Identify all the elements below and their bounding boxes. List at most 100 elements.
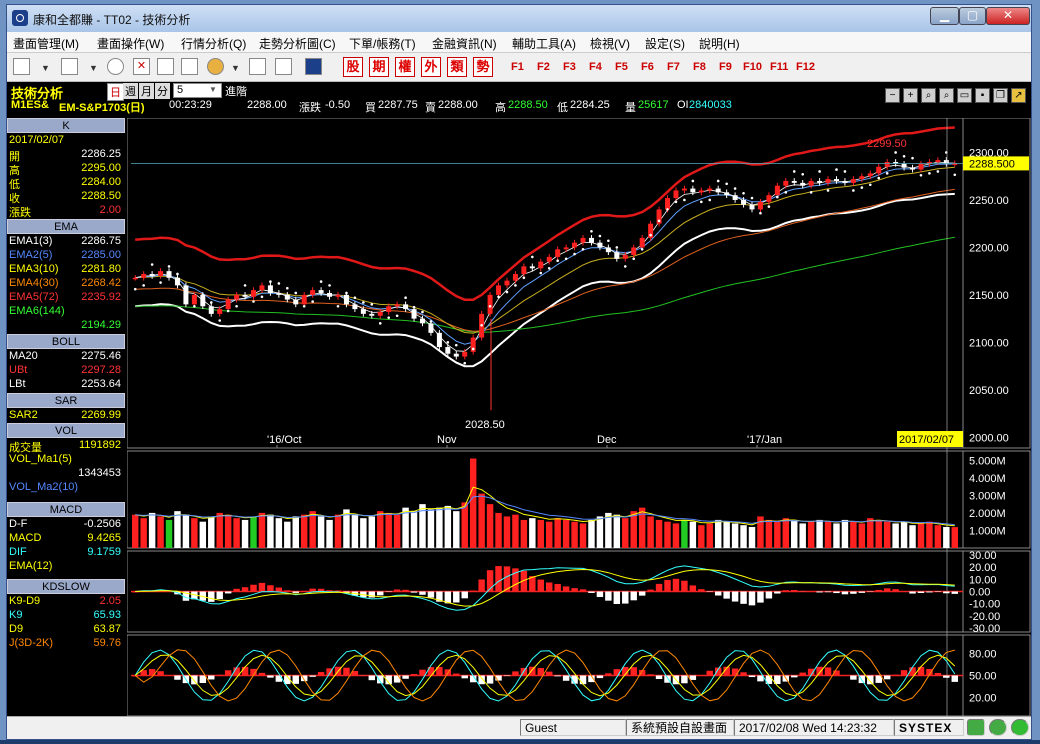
stock-button[interactable]: 股 bbox=[343, 57, 363, 77]
f8-button[interactable]: F8 bbox=[693, 61, 706, 73]
menu-view[interactable]: 檢視(V) bbox=[590, 35, 630, 52]
volume-bar bbox=[182, 514, 190, 548]
f4-button[interactable]: F4 bbox=[589, 61, 602, 73]
macd-histogram-bar bbox=[681, 580, 688, 592]
tile-icon[interactable] bbox=[157, 58, 174, 75]
k-header[interactable]: K bbox=[7, 118, 125, 133]
f9-button[interactable]: F9 bbox=[719, 61, 732, 73]
candle-body bbox=[310, 290, 316, 295]
status-ok-icon[interactable] bbox=[989, 719, 1007, 736]
status-online-icon[interactable] bbox=[1011, 719, 1029, 736]
menu-settings[interactable]: 設定(S) bbox=[645, 35, 685, 52]
menu-trend-chart[interactable]: 走勢分析圖(C) bbox=[259, 35, 336, 52]
f1-button[interactable]: F1 bbox=[511, 61, 524, 73]
menu-order-account[interactable]: 下單/帳務(T) bbox=[349, 35, 416, 52]
chevron-down-icon[interactable]: ▼ bbox=[41, 63, 58, 80]
macd-histogram-bar bbox=[748, 591, 756, 606]
kd-histogram-bar bbox=[478, 675, 485, 685]
f7-button[interactable]: F7 bbox=[667, 61, 680, 73]
kd-histogram-bar bbox=[951, 675, 958, 682]
macd-histogram-bar bbox=[419, 591, 426, 595]
kd-histogram-bar bbox=[748, 675, 756, 678]
sar-dot bbox=[953, 173, 957, 177]
f10-button[interactable]: F10 bbox=[743, 61, 762, 73]
macd-histogram-bar bbox=[943, 591, 950, 594]
sar-dot bbox=[708, 198, 712, 202]
candle-body bbox=[462, 351, 468, 357]
trend-button[interactable]: 勢 bbox=[473, 57, 493, 77]
layout-icon[interactable] bbox=[13, 58, 30, 75]
advanced-link[interactable]: 進階 bbox=[225, 83, 247, 99]
logo-icon[interactable] bbox=[305, 58, 322, 75]
period-week-button[interactable]: 週 bbox=[123, 83, 138, 99]
f5-button[interactable]: F5 bbox=[615, 61, 628, 73]
price-axis-tick: 2200.00 bbox=[969, 242, 1009, 254]
chevron-down-icon[interactable]: ▼ bbox=[231, 63, 248, 80]
candle-body bbox=[191, 294, 197, 305]
period-month-button[interactable]: 月 bbox=[139, 83, 154, 99]
menu-tools[interactable]: 輔助工具(A) bbox=[512, 35, 576, 52]
quote-time: 00:23:29 bbox=[169, 99, 212, 111]
vol-ma1-row: VOL_Ma1(5) bbox=[9, 453, 72, 465]
macd-header[interactable]: MACD bbox=[7, 502, 125, 517]
cascade-icon[interactable] bbox=[181, 58, 198, 75]
sar-dot bbox=[843, 170, 847, 173]
volume-bar bbox=[655, 519, 663, 548]
sar-dot bbox=[792, 170, 796, 173]
globe-icon[interactable] bbox=[207, 58, 224, 75]
candle-body bbox=[403, 304, 409, 310]
vol-header[interactable]: VOL bbox=[7, 423, 125, 438]
volume-bar bbox=[157, 516, 164, 548]
menu-help[interactable]: 說明(H) bbox=[699, 35, 740, 52]
k-date: 2017/02/07 bbox=[9, 134, 65, 146]
f11-button[interactable]: F11 bbox=[770, 61, 788, 73]
candle-body bbox=[749, 204, 755, 210]
period-minute-button[interactable]: 分 bbox=[155, 83, 170, 99]
close-button[interactable]: ✕ bbox=[986, 7, 1030, 25]
chart-area[interactable]: 2000.00 2050.00 2100.00 2150.00 2200.00 2250.… bbox=[127, 118, 1031, 716]
boll-header[interactable]: BOLL bbox=[7, 334, 125, 349]
macd-histogram-bar bbox=[537, 579, 544, 592]
kd-histogram-bar bbox=[453, 673, 460, 676]
search-icon[interactable] bbox=[107, 58, 124, 75]
foreign-button[interactable]: 外 bbox=[421, 57, 441, 77]
volume-bar bbox=[900, 521, 908, 548]
macd-histogram-bar bbox=[757, 591, 764, 603]
volume-bar bbox=[495, 512, 502, 548]
kdslow-header[interactable]: KDSLOW bbox=[7, 579, 125, 594]
sar-dot bbox=[809, 191, 813, 194]
kd-histogram-bar bbox=[546, 671, 553, 676]
connection-icon[interactable] bbox=[967, 719, 985, 736]
sar-dot bbox=[632, 257, 636, 261]
maximize-button[interactable]: ▢ bbox=[959, 7, 986, 25]
ema6-value-row: 2194.29 bbox=[81, 319, 121, 331]
volume-bar bbox=[622, 518, 629, 548]
f2-button[interactable]: F2 bbox=[537, 61, 550, 73]
ema-header[interactable]: EMA bbox=[7, 219, 125, 234]
bid-label: 買 bbox=[365, 102, 376, 114]
sar-dot bbox=[463, 361, 467, 365]
title-bar[interactable]: 康和全都賺 - TT02 - 技術分析 ▁ ▢ ✕ bbox=[7, 5, 1031, 32]
last-price: 2288.00 bbox=[247, 99, 287, 111]
calculator-icon[interactable] bbox=[275, 58, 292, 75]
chevron-down-icon[interactable]: ▼ bbox=[209, 85, 217, 94]
close-window-icon[interactable]: ✕ bbox=[133, 58, 150, 75]
macd-histogram-bar bbox=[791, 590, 798, 592]
sar-header[interactable]: SAR bbox=[7, 393, 125, 408]
chevron-down-icon[interactable]: ▼ bbox=[89, 63, 106, 80]
f12-button[interactable]: F12 bbox=[796, 61, 815, 73]
menu-financial-info[interactable]: 金融資訊(N) bbox=[432, 35, 497, 52]
category-button[interactable]: 類 bbox=[447, 57, 467, 77]
link-icon[interactable] bbox=[249, 58, 266, 75]
quote-board-icon[interactable] bbox=[61, 58, 78, 75]
menu-screen-operate[interactable]: 畫面操作(W) bbox=[97, 35, 164, 52]
futures-button[interactable]: 期 bbox=[369, 57, 389, 77]
minimize-button[interactable]: ▁ bbox=[930, 7, 959, 25]
options-button[interactable]: 權 bbox=[395, 57, 415, 77]
kd-histogram-bar bbox=[655, 675, 663, 680]
kd-histogram-bar bbox=[174, 675, 181, 680]
menu-screen-manage[interactable]: 畫面管理(M) bbox=[13, 35, 79, 52]
f6-button[interactable]: F6 bbox=[641, 61, 654, 73]
f3-button[interactable]: F3 bbox=[563, 61, 576, 73]
menu-market-analysis[interactable]: 行情分析(Q) bbox=[181, 35, 246, 52]
